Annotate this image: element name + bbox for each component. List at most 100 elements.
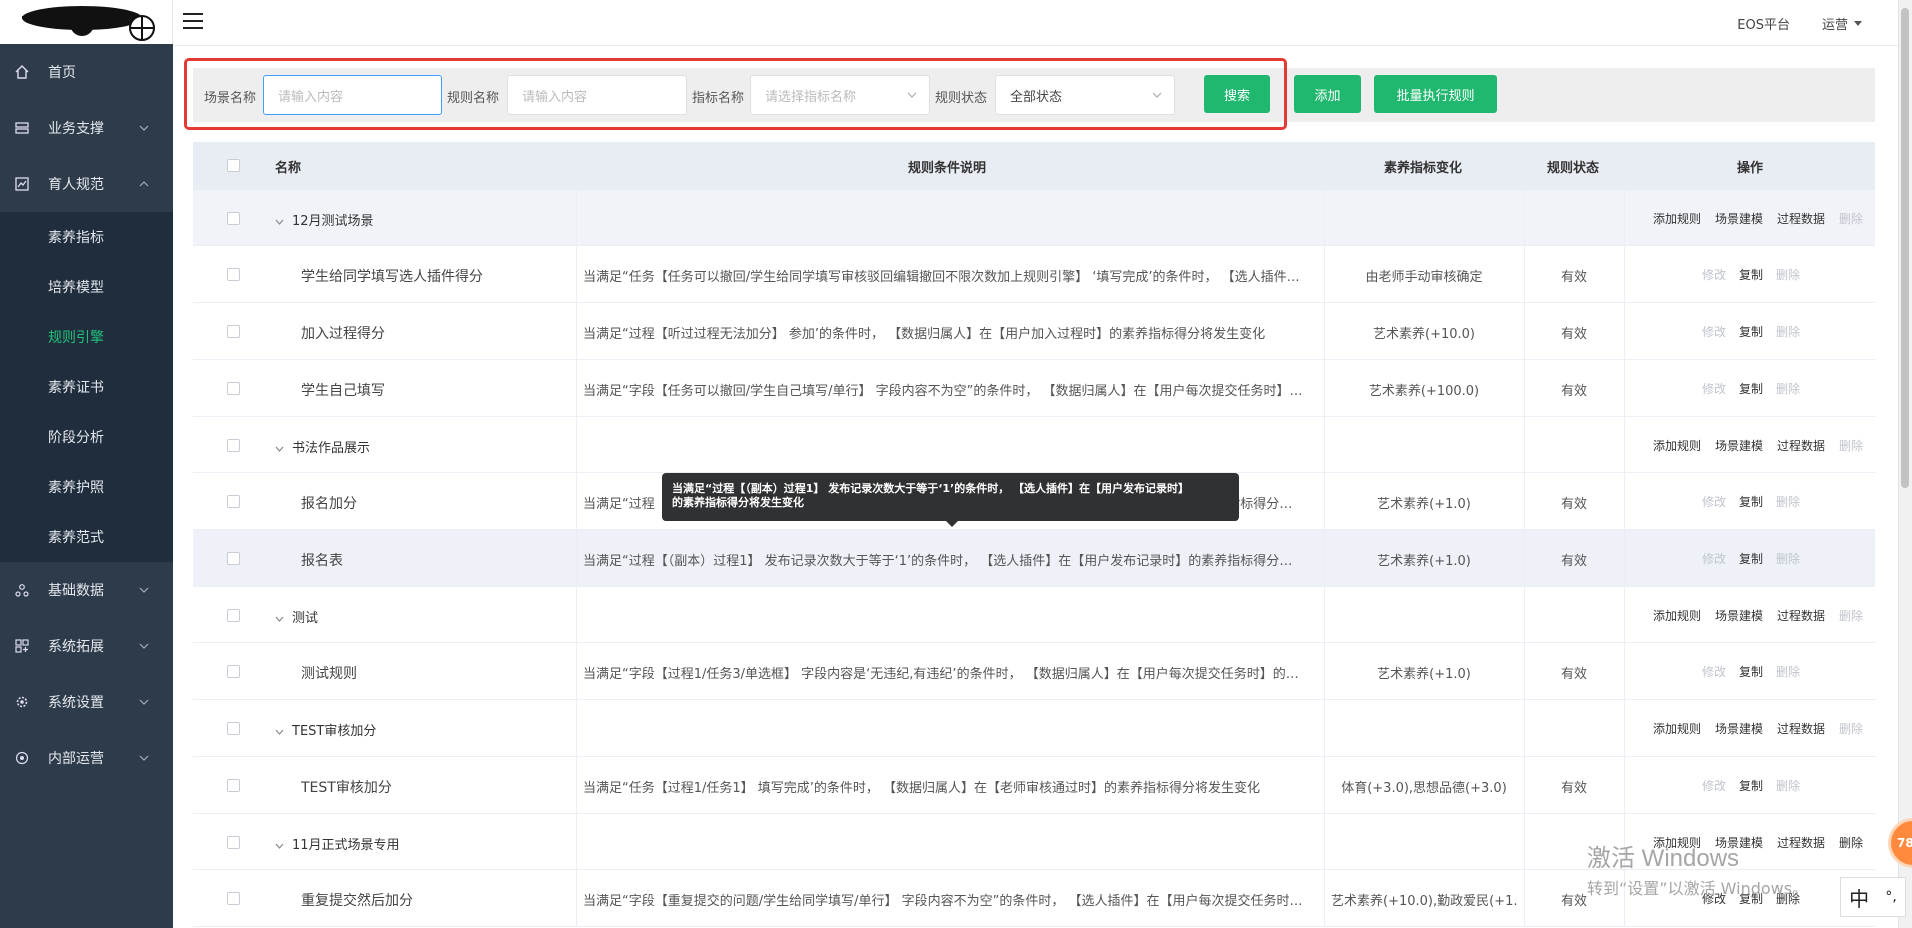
sidebar-item-settings[interactable]: 系统设置 — [0, 674, 173, 730]
add-rule-link[interactable]: 添加规则 — [1653, 607, 1701, 624]
indicator-change: 由老师手动审核确定 — [1365, 270, 1483, 285]
process-data-link[interactable]: 过程数据 — [1777, 437, 1825, 454]
edit-link[interactable]: 修改 — [1702, 266, 1726, 283]
group-name[interactable]: 书法作品展示 — [275, 437, 370, 456]
rule-condition: 当满足“任务【任务可以撤回/学生给同学填写审核驳回编辑撤回不限次数加上规则引擎】… — [583, 270, 1305, 285]
row-checkbox[interactable] — [227, 779, 240, 792]
sidebar-item-base-data[interactable]: 基础数据 — [0, 562, 173, 618]
scene-model-link[interactable]: 场景建模 — [1715, 437, 1763, 454]
scene-model-link[interactable]: 场景建模 — [1715, 210, 1763, 227]
delete-link[interactable]: 删除 — [1776, 663, 1800, 680]
row-checkbox[interactable] — [227, 382, 240, 395]
scene-input[interactable]: 请输入内容 — [263, 75, 442, 115]
batch-run-button[interactable]: 批量执行规则 — [1374, 75, 1497, 113]
page-scrollbar[interactable] — [1898, 0, 1912, 928]
copy-link[interactable]: 复制 — [1739, 493, 1763, 510]
delete-link[interactable]: 删除 — [1839, 437, 1863, 454]
table-row[interactable]: 学生给同学填写选人插件得分 当满足“任务【任务可以撤回/学生给同学填写审核驳回编辑… — [193, 246, 1875, 303]
sidebar-item-label: 育人规范 — [48, 177, 104, 193]
delete-link[interactable]: 删除 — [1839, 607, 1863, 624]
ime-indicator[interactable]: 中 °, — [1840, 877, 1906, 917]
select-all-checkbox[interactable] — [227, 159, 240, 172]
menu-toggle-icon[interactable] — [183, 13, 203, 31]
edit-link[interactable]: 修改 — [1702, 493, 1726, 510]
sub-item-indicator[interactable]: 素养指标 — [0, 212, 173, 262]
table-group-row[interactable]: 测试 添加规则 场景建模 过程数据 删除 — [193, 587, 1875, 643]
table-group-row[interactable]: 书法作品展示 添加规则 场景建模 过程数据 删除 — [193, 417, 1875, 473]
indicator-select[interactable]: 请选择指标名称 — [750, 75, 930, 115]
sub-item-certificate[interactable]: 素养证书 — [0, 362, 173, 412]
row-checkbox[interactable] — [227, 268, 240, 281]
rule-name: 测试规则 — [301, 666, 357, 682]
process-data-link[interactable]: 过程数据 — [1777, 720, 1825, 737]
copy-link[interactable]: 复制 — [1739, 550, 1763, 567]
add-button[interactable]: 添加 — [1294, 75, 1361, 113]
add-rule-link[interactable]: 添加规则 — [1653, 720, 1701, 737]
sub-item-model[interactable]: 培养模型 — [0, 262, 173, 312]
table-row[interactable]: 报名表 当满足“过程【（副本）过程1】 发布记录次数大于等于‘1’的条件时， 【选… — [193, 530, 1875, 587]
table-row[interactable]: TEST审核加分 当满足“任务【过程1/任务1】 填写完成’的条件时， 【数据归属… — [193, 757, 1875, 814]
row-checkbox[interactable] — [227, 552, 240, 565]
sidebar-item-operation[interactable]: 内部运营 — [0, 730, 173, 786]
sub-item-rule-engine[interactable]: 规则引擎 — [0, 312, 173, 362]
row-checkbox[interactable] — [227, 439, 240, 452]
copy-link[interactable]: 复制 — [1739, 323, 1763, 340]
edit-link[interactable]: 修改 — [1702, 663, 1726, 680]
sub-item-stage-analysis[interactable]: 阶段分析 — [0, 412, 173, 462]
copy-link[interactable]: 复制 — [1739, 380, 1763, 397]
table-row[interactable]: 测试规则 当满足“字段【过程1/任务3/单选框】 字段内容是‘无违纪,有违纪’的条… — [193, 643, 1875, 700]
copy-link[interactable]: 复制 — [1739, 266, 1763, 283]
delete-link[interactable]: 删除 — [1776, 380, 1800, 397]
row-checkbox[interactable] — [227, 212, 240, 225]
delete-link[interactable]: 删除 — [1776, 493, 1800, 510]
row-checkbox[interactable] — [227, 836, 240, 849]
copy-link[interactable]: 复制 — [1739, 663, 1763, 680]
delete-link[interactable]: 删除 — [1776, 777, 1800, 794]
table-row[interactable]: 学生自己填写 当满足“字段【任务可以撤回/学生自己填写/单行】 字段内容不为空”的… — [193, 360, 1875, 417]
sidebar-item-home[interactable]: 首页 — [0, 44, 173, 100]
delete-link[interactable]: 删除 — [1839, 210, 1863, 227]
status-select[interactable]: 全部状态 — [995, 75, 1175, 115]
sidebar-item-education[interactable]: 育人规范 — [0, 156, 173, 212]
sidebar-item-business[interactable]: 业务支撑 — [0, 100, 173, 156]
table-row[interactable]: 加入过程得分 当满足“过程【听过过程无法加分】 参加’的条件时， 【数据归属人】在… — [193, 303, 1875, 360]
delete-link[interactable]: 删除 — [1776, 323, 1800, 340]
edit-link[interactable]: 修改 — [1702, 777, 1726, 794]
add-rule-link[interactable]: 添加规则 — [1653, 437, 1701, 454]
sidebar-item-extension[interactable]: 系统拓展 — [0, 618, 173, 674]
search-button[interactable]: 搜索 — [1204, 75, 1270, 113]
group-name[interactable]: 测试 — [275, 607, 318, 626]
group-name[interactable]: TEST审核加分 — [275, 720, 376, 739]
scene-model-link[interactable]: 场景建模 — [1715, 607, 1763, 624]
rule-input[interactable]: 请输入内容 — [507, 75, 687, 115]
copy-link[interactable]: 复制 — [1739, 777, 1763, 794]
edit-link[interactable]: 修改 — [1702, 550, 1726, 567]
row-checkbox[interactable] — [227, 325, 240, 338]
row-checkbox[interactable] — [227, 495, 240, 508]
scene-model-link[interactable]: 场景建模 — [1715, 720, 1763, 737]
floating-badge[interactable]: 78 — [1888, 818, 1912, 868]
add-rule-link[interactable]: 添加规则 — [1653, 210, 1701, 227]
delete-link[interactable]: 删除 — [1839, 720, 1863, 737]
delete-link[interactable]: 删除 — [1776, 266, 1800, 283]
scrollbar-thumb[interactable] — [1901, 8, 1909, 488]
group-name[interactable]: 11月正式场景专用 — [275, 834, 400, 853]
row-actions: 修改 复制 删除 — [1629, 663, 1873, 680]
sub-item-passport[interactable]: 素养护照 — [0, 462, 173, 512]
user-menu[interactable]: 运营 — [1822, 14, 1862, 33]
group-name[interactable]: 12月测试场景 — [275, 210, 374, 229]
edit-link[interactable]: 修改 — [1702, 380, 1726, 397]
row-checkbox[interactable] — [227, 609, 240, 622]
delete-link[interactable]: 删除 — [1776, 550, 1800, 567]
row-checkbox[interactable] — [227, 665, 240, 678]
process-data-link[interactable]: 过程数据 — [1777, 607, 1825, 624]
table-group-row[interactable]: TEST审核加分 添加规则 场景建模 过程数据 删除 — [193, 700, 1875, 757]
row-checkbox[interactable] — [227, 892, 240, 905]
process-data-link[interactable]: 过程数据 — [1777, 210, 1825, 227]
edit-link[interactable]: 修改 — [1702, 323, 1726, 340]
sub-item-paradigm[interactable]: 素养范式 — [0, 512, 173, 562]
row-checkbox[interactable] — [227, 722, 240, 735]
platform-link[interactable]: EOS平台 — [1737, 14, 1790, 33]
delete-link[interactable]: 删除 — [1839, 834, 1863, 851]
table-group-row[interactable]: 12月测试场景 添加规则 场景建模 过程数据 删除 — [193, 190, 1875, 246]
